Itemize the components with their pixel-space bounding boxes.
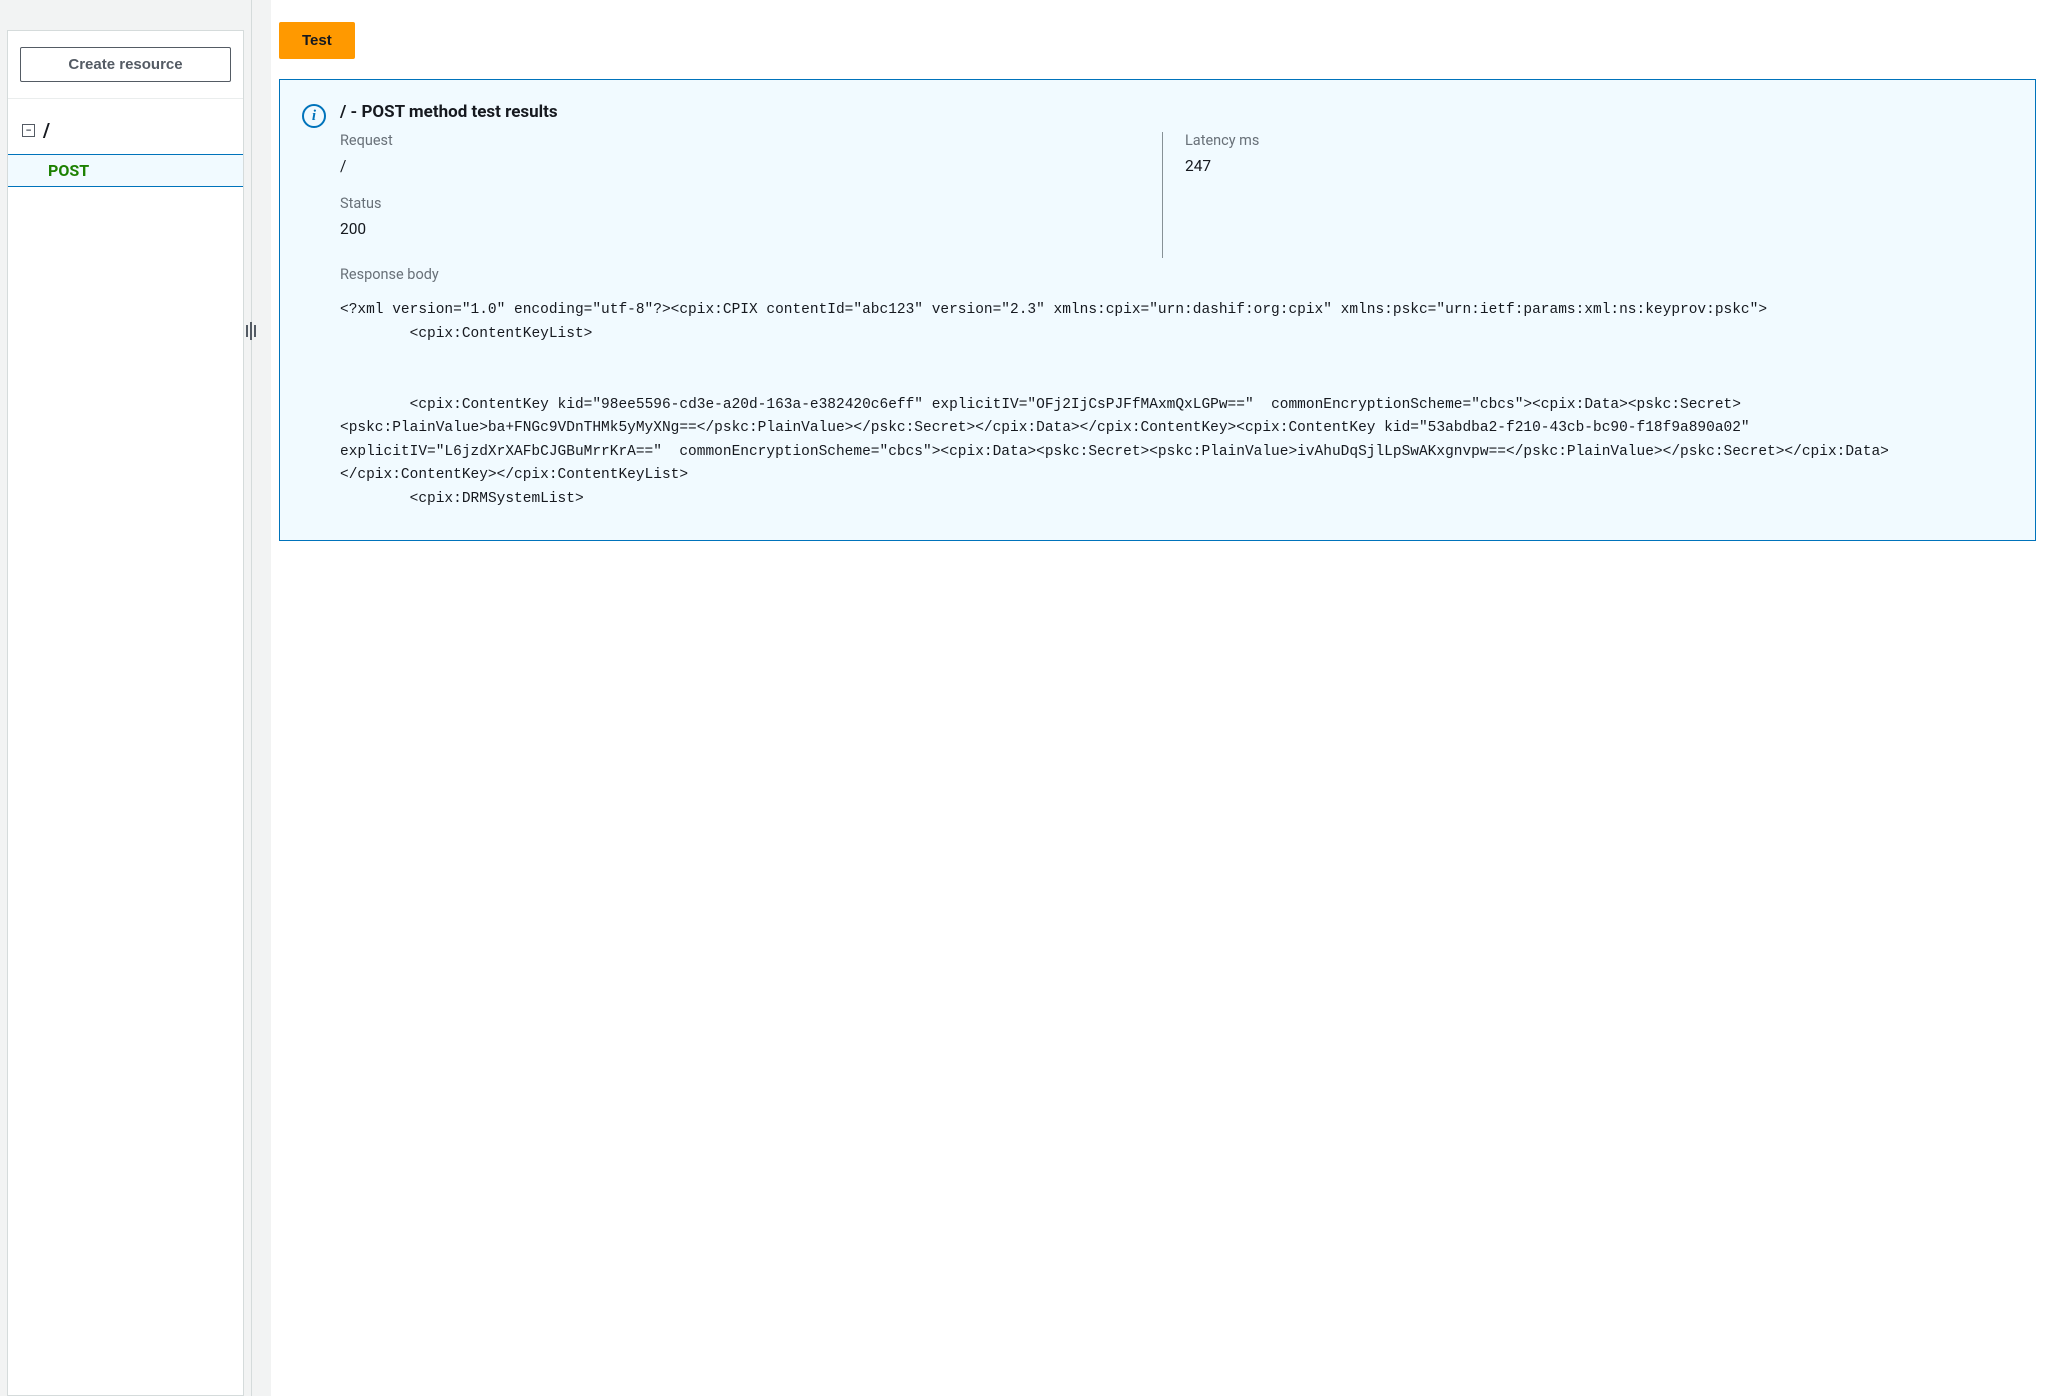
- test-results-title: / - POST method test results: [340, 102, 2007, 122]
- status-label: Status: [340, 195, 1140, 212]
- metrics-row: Request / Status 200 Latency ms 247: [340, 132, 2007, 258]
- minus-glyph: −: [25, 125, 31, 136]
- main-panel: Test i / - POST method test results Requ…: [271, 0, 2054, 1396]
- latency-label: Latency ms: [1185, 132, 1985, 149]
- info-icon-glyph: i: [312, 109, 316, 124]
- info-icon: i: [302, 104, 326, 128]
- metrics-right-col: Latency ms 247: [1162, 132, 2007, 258]
- test-results-box: i / - POST method test results Request /…: [279, 79, 2036, 541]
- method-post-label: POST: [48, 161, 89, 180]
- method-post[interactable]: POST: [8, 154, 243, 187]
- collapse-icon[interactable]: −: [22, 124, 35, 137]
- resource-sidebar: Create resource − / POST: [0, 0, 251, 1396]
- resource-root[interactable]: − /: [8, 113, 243, 148]
- pane-splitter: [251, 0, 271, 1396]
- request-label: Request: [340, 132, 1140, 149]
- create-resource-button[interactable]: Create resource: [20, 47, 231, 82]
- test-results-content: / - POST method test results Request / S…: [340, 102, 2007, 512]
- resource-root-label: /: [43, 119, 50, 142]
- create-resource-wrap: Create resource: [8, 31, 243, 99]
- latency-value: 247: [1185, 157, 1985, 175]
- response-body-label: Response body: [340, 266, 2007, 283]
- resource-tree: − / POST: [8, 99, 243, 187]
- metrics-left-col: Request / Status 200: [340, 132, 1162, 258]
- test-button[interactable]: Test: [279, 22, 355, 59]
- resource-panel: Create resource − / POST: [7, 30, 244, 1396]
- request-value: /: [340, 157, 1140, 175]
- response-body-value: <?xml version="1.0" encoding="utf-8"?><c…: [340, 299, 2007, 512]
- drag-handle-icon[interactable]: [245, 322, 257, 340]
- status-value: 200: [340, 220, 1140, 238]
